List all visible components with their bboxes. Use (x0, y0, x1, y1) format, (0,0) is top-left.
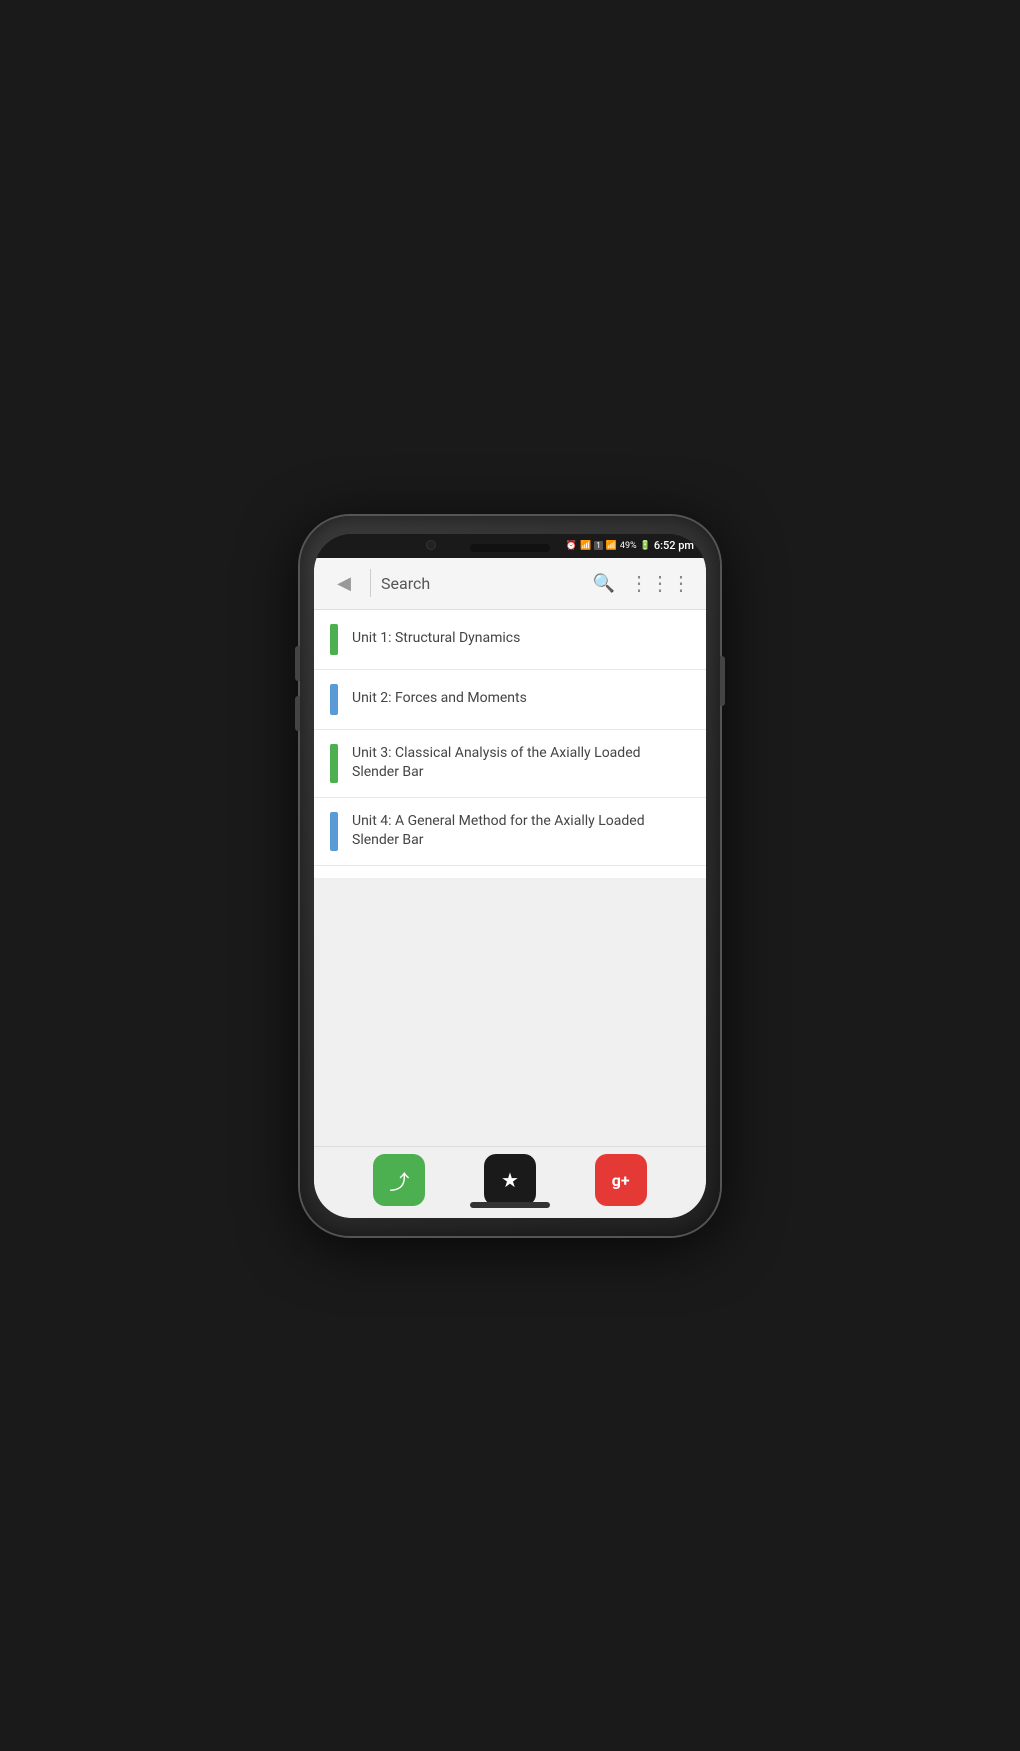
back-button[interactable]: ◀ (328, 567, 360, 599)
unit-label-3: Unit 3: Classical Analysis of the Axiall… (352, 744, 690, 783)
favorite-button[interactable]: ★ (484, 1154, 536, 1206)
battery-icon: 🔋 (640, 541, 651, 551)
gplus-icon: g+ (612, 1171, 630, 1190)
unit-label-4: Unit 4: A General Method for the Axially… (352, 812, 690, 851)
phone-screen: ⏰ 📶 1 📶 49% 🔋 6:52 pm ◀ Search 🔍 ⋮⋮⋮ (314, 534, 706, 1218)
alarm-icon: ⏰ (566, 541, 577, 551)
unit-item-1[interactable]: Unit 1: Structural Dynamics (314, 610, 706, 670)
unit-item-3[interactable]: Unit 3: Classical Analysis of the Axiall… (314, 730, 706, 798)
star-icon: ★ (501, 1168, 519, 1192)
color-indicator-3 (330, 744, 338, 783)
color-indicator-1 (330, 624, 338, 655)
unit-list: Unit 1: Structural Dynamics Unit 2: Forc… (314, 610, 706, 878)
phone-frame: ⏰ 📶 1 📶 49% 🔋 6:52 pm ◀ Search 🔍 ⋮⋮⋮ (300, 516, 720, 1236)
camera (426, 540, 436, 550)
color-indicator-2 (330, 684, 338, 715)
unit-item-4[interactable]: Unit 4: A General Method for the Axially… (314, 798, 706, 866)
back-icon: ◀ (337, 573, 351, 594)
unit-item-2[interactable]: Unit 2: Forces and Moments (314, 670, 706, 730)
menu-icon[interactable]: ⋮⋮⋮ (629, 571, 692, 595)
share-button[interactable]: ⤴ (373, 1154, 425, 1206)
share-icon: ⤴ (389, 1166, 409, 1195)
battery-label: 49% (620, 541, 637, 551)
list-spacer (314, 878, 706, 1146)
search-icon[interactable]: 🔍 (593, 573, 615, 594)
googleplus-button[interactable]: g+ (595, 1154, 647, 1206)
time-display: 6:52 pm (654, 539, 694, 552)
toolbar: ◀ Search 🔍 ⋮⋮⋮ (314, 558, 706, 610)
wifi-icon: 📶 (580, 541, 591, 551)
toolbar-divider (370, 569, 371, 597)
sim-icon: 1 (594, 541, 603, 550)
home-bar (470, 1202, 550, 1208)
signal-icon: 📶 (606, 541, 617, 551)
unit-item-5[interactable]: Unit 5: Classical Analysis of the Bendin… (314, 866, 706, 878)
speaker (470, 544, 550, 552)
status-icons: ⏰ 📶 1 📶 49% 🔋 6:52 pm (566, 539, 694, 552)
unit-label-1: Unit 1: Structural Dynamics (352, 629, 520, 649)
toolbar-actions: 🔍 ⋮⋮⋮ (593, 571, 692, 595)
unit-label-2: Unit 2: Forces and Moments (352, 689, 527, 709)
search-title: Search (381, 574, 593, 593)
app-content: ◀ Search 🔍 ⋮⋮⋮ Unit 1: Structural Dynami… (314, 558, 706, 1218)
color-indicator-4 (330, 812, 338, 851)
